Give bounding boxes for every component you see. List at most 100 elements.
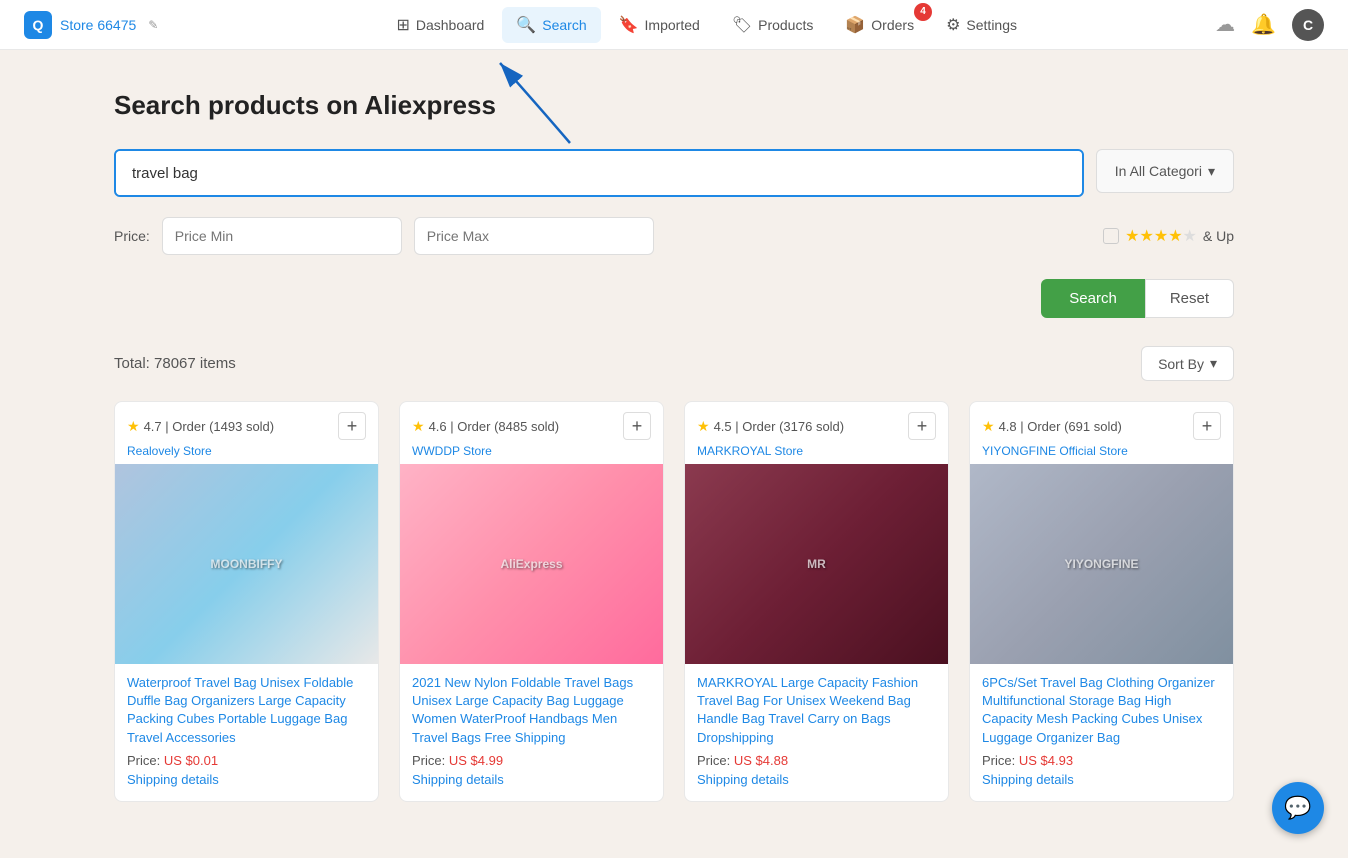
nav-label-products: Products bbox=[758, 17, 813, 33]
product-price-row: Price: US $4.88 bbox=[685, 753, 948, 772]
nav-item-orders[interactable]: 📦 Orders 4 bbox=[831, 7, 928, 43]
add-product-button[interactable]: + bbox=[908, 412, 936, 440]
search-row: In All Categori ▾ bbox=[114, 149, 1234, 197]
price-value: US $4.88 bbox=[734, 753, 788, 768]
dashboard-icon: ⊞ bbox=[396, 15, 409, 35]
nav-item-imported[interactable]: 🔖 Imported bbox=[605, 7, 714, 43]
rating-filter: ★★★★★ & Up bbox=[1103, 226, 1234, 246]
store-link[interactable]: Realovely Store bbox=[115, 444, 378, 464]
product-image: YIYONGFINE bbox=[970, 464, 1233, 664]
sort-dropdown[interactable]: Sort By ▾ bbox=[1141, 346, 1234, 381]
star-icon: ★ bbox=[697, 418, 710, 435]
page-title: Search products on Aliexpress bbox=[114, 90, 1234, 121]
search-button[interactable]: Search bbox=[1041, 279, 1145, 318]
nav-label-settings: Settings bbox=[966, 17, 1017, 33]
product-price-row: Price: US $4.99 bbox=[400, 753, 663, 772]
product-card-header: ★ 4.8 | Order (691 sold) + bbox=[970, 402, 1233, 444]
product-image: AliExpress bbox=[400, 464, 663, 664]
main-content: Search products on Aliexpress In All Cat… bbox=[94, 50, 1254, 842]
nav-label-dashboard: Dashboard bbox=[416, 17, 485, 33]
logo-area: Q Store 66475 ✎ bbox=[24, 11, 158, 39]
category-dropdown[interactable]: In All Categori ▾ bbox=[1096, 149, 1234, 193]
nav-label-orders: Orders bbox=[871, 17, 914, 33]
nav-item-search[interactable]: 🔍 Search bbox=[502, 7, 600, 43]
chevron-down-icon: ▾ bbox=[1208, 163, 1215, 180]
search-input-wrapper bbox=[114, 149, 1084, 197]
price-max-input[interactable] bbox=[414, 217, 654, 255]
shipping-link[interactable]: Shipping details bbox=[970, 772, 1233, 801]
results-header: Total: 78067 items Sort By ▾ bbox=[114, 346, 1234, 381]
product-rating: ★ 4.7 | Order (1493 sold) bbox=[127, 418, 274, 435]
nav-label-imported: Imported bbox=[645, 17, 700, 33]
price-label: Price: bbox=[412, 753, 449, 768]
product-rating: ★ 4.8 | Order (691 sold) bbox=[982, 418, 1122, 435]
nav-label-search: Search bbox=[542, 17, 586, 33]
stars: ★★★★★ bbox=[1125, 226, 1197, 246]
store-link[interactable]: MARKROYAL Store bbox=[685, 444, 948, 464]
price-value: US $4.93 bbox=[1019, 753, 1073, 768]
bell-icon[interactable]: 🔔 bbox=[1251, 12, 1276, 37]
nav-item-products[interactable]: 🏷 Products bbox=[718, 7, 828, 43]
star-icon: ★ bbox=[412, 418, 425, 435]
search-nav-icon: 🔍 bbox=[516, 15, 536, 35]
main-nav: ⊞ Dashboard 🔍 Search 🔖 Imported 🏷 Produc… bbox=[198, 7, 1215, 43]
product-title[interactable]: 6PCs/Set Travel Bag Clothing Organizer M… bbox=[970, 664, 1233, 753]
product-card-header: ★ 4.7 | Order (1493 sold) + bbox=[115, 402, 378, 444]
nav-item-settings[interactable]: ⚙ Settings bbox=[932, 7, 1031, 43]
price-min-input[interactable] bbox=[162, 217, 402, 255]
add-product-button[interactable]: + bbox=[623, 412, 651, 440]
settings-icon: ⚙ bbox=[946, 15, 960, 35]
sort-chevron-icon: ▾ bbox=[1210, 355, 1217, 372]
orders-badge: 4 bbox=[914, 3, 932, 21]
add-product-button[interactable]: + bbox=[1193, 412, 1221, 440]
category-label: In All Categori bbox=[1115, 163, 1202, 179]
product-card: ★ 4.8 | Order (691 sold) + YIYONGFINE Of… bbox=[969, 401, 1234, 802]
product-card-header: ★ 4.5 | Order (3176 sold) + bbox=[685, 402, 948, 444]
avatar[interactable]: C bbox=[1292, 9, 1324, 41]
shipping-link[interactable]: Shipping details bbox=[115, 772, 378, 801]
product-card: ★ 4.6 | Order (8485 sold) + WWDDP Store … bbox=[399, 401, 664, 802]
cloud-icon[interactable]: ☁ bbox=[1215, 12, 1235, 37]
search-input[interactable] bbox=[116, 151, 1082, 195]
product-card: ★ 4.5 | Order (3176 sold) + MARKROYAL St… bbox=[684, 401, 949, 802]
star-icon: ★ bbox=[127, 418, 140, 435]
star-icon: ★ bbox=[982, 418, 995, 435]
rating-value: 4.5 | Order (3176 sold) bbox=[714, 419, 845, 434]
add-product-button[interactable]: + bbox=[338, 412, 366, 440]
store-name[interactable]: Store 66475 bbox=[60, 17, 136, 33]
shipping-link[interactable]: Shipping details bbox=[685, 772, 948, 801]
header-right: ☁ 🔔 C bbox=[1215, 9, 1324, 41]
rating-value: 4.6 | Order (8485 sold) bbox=[429, 419, 560, 434]
store-link[interactable]: WWDDP Store bbox=[400, 444, 663, 464]
product-image: MR bbox=[685, 464, 948, 664]
shipping-link[interactable]: Shipping details bbox=[400, 772, 663, 801]
filter-row: Price: ★★★★★ & Up bbox=[114, 217, 1234, 255]
nav-item-dashboard[interactable]: ⊞ Dashboard bbox=[382, 7, 498, 43]
product-title[interactable]: MARKROYAL Large Capacity Fashion Travel … bbox=[685, 664, 948, 753]
price-value: US $0.01 bbox=[164, 753, 218, 768]
chat-icon: 💬 bbox=[1284, 795, 1311, 821]
price-label: Price: bbox=[982, 753, 1019, 768]
products-icon: 🏷 bbox=[732, 15, 752, 35]
product-title[interactable]: Waterproof Travel Bag Unisex Foldable Du… bbox=[115, 664, 378, 753]
results-count: Total: 78067 items bbox=[114, 355, 236, 372]
logo-icon: Q bbox=[24, 11, 52, 39]
price-label: Price: bbox=[127, 753, 164, 768]
price-label: Price: bbox=[697, 753, 734, 768]
product-price-row: Price: US $0.01 bbox=[115, 753, 378, 772]
price-label: Price: bbox=[114, 228, 150, 244]
chat-button[interactable]: 💬 bbox=[1272, 782, 1324, 834]
product-rating: ★ 4.6 | Order (8485 sold) bbox=[412, 418, 559, 435]
store-link[interactable]: YIYONGFINE Official Store bbox=[970, 444, 1233, 464]
orders-icon: 📦 bbox=[845, 15, 865, 35]
price-value: US $4.99 bbox=[449, 753, 503, 768]
reset-button[interactable]: Reset bbox=[1145, 279, 1234, 318]
rating-value: 4.8 | Order (691 sold) bbox=[999, 419, 1122, 434]
imported-icon: 🔖 bbox=[619, 15, 639, 35]
product-grid: ★ 4.7 | Order (1493 sold) + Realovely St… bbox=[114, 401, 1234, 802]
rating-checkbox[interactable] bbox=[1103, 228, 1119, 244]
sort-label: Sort By bbox=[1158, 356, 1204, 372]
product-title[interactable]: 2021 New Nylon Foldable Travel Bags Unis… bbox=[400, 664, 663, 753]
search-reset-row: Search Reset bbox=[114, 279, 1234, 318]
edit-icon[interactable]: ✎ bbox=[148, 18, 158, 32]
